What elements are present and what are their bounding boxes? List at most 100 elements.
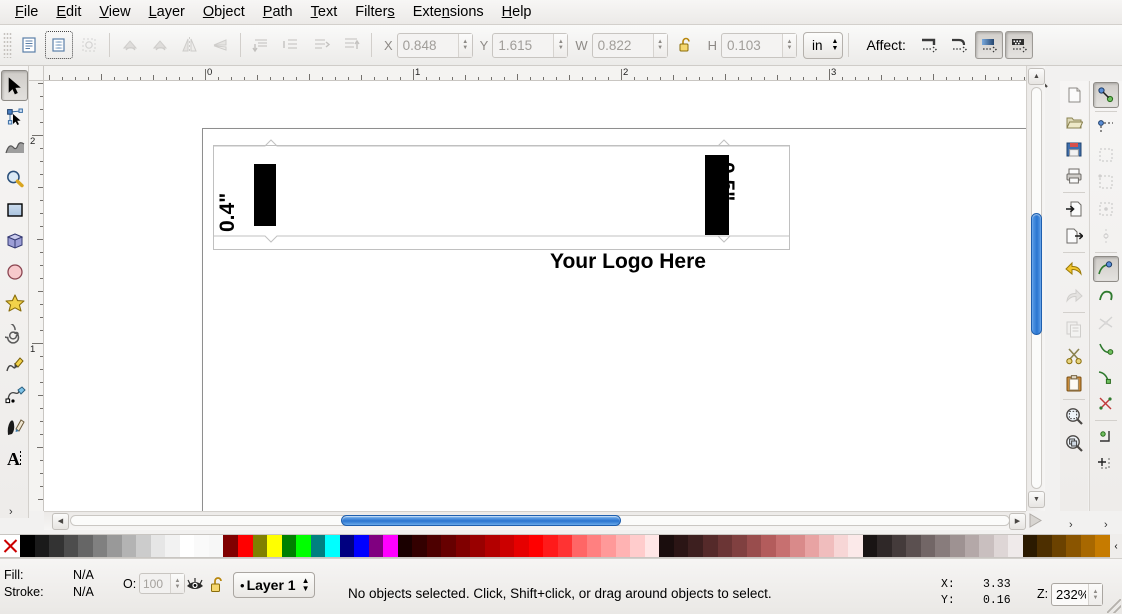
ellipse-tool[interactable] (1, 256, 28, 287)
palette-swatch[interactable] (761, 535, 776, 557)
opacity-spin-arrows[interactable]: ▲▼ (170, 574, 184, 593)
w-spin-arrows[interactable]: ▲▼ (653, 34, 667, 57)
text-tool[interactable]: A (1, 442, 28, 473)
vscroll-thumb[interactable] (1031, 213, 1042, 335)
commandbar-overflow-chevron-icon[interactable]: › (1069, 519, 1073, 531)
palette-swatch[interactable] (311, 535, 326, 557)
pencil-tool[interactable] (1, 349, 28, 380)
menu-path[interactable]: Path (254, 2, 302, 22)
menu-file[interactable]: File (6, 2, 47, 22)
palette-swatch[interactable] (325, 535, 340, 557)
palette-swatch[interactable] (267, 535, 282, 557)
h-field[interactable]: ▲▼ (721, 33, 797, 58)
palette-swatch[interactable] (282, 535, 297, 557)
palette-swatch[interactable] (805, 535, 820, 557)
palette-swatch[interactable] (1037, 535, 1052, 557)
palette-swatch[interactable] (35, 535, 50, 557)
paste-icon[interactable] (1061, 370, 1087, 396)
palette-swatch[interactable] (906, 535, 921, 557)
zoom-tool[interactable] (1, 163, 28, 194)
deselect-icon[interactable] (75, 31, 103, 59)
palette-swatch[interactable] (616, 535, 631, 557)
palette-swatch[interactable] (238, 535, 253, 557)
palette-swatch[interactable] (296, 535, 311, 557)
menu-help[interactable]: Help (493, 2, 541, 22)
palette-swatch[interactable] (107, 535, 122, 557)
print-document-icon[interactable] (1061, 163, 1087, 189)
snap-path-icon[interactable] (1093, 283, 1119, 309)
export-icon[interactable] (1061, 223, 1087, 249)
palette-swatch[interactable] (688, 535, 703, 557)
palette-swatch[interactable] (209, 535, 224, 557)
palette-swatch[interactable] (485, 535, 500, 557)
menu-object[interactable]: Object (194, 2, 254, 22)
menu-filters[interactable]: Filters (346, 2, 403, 22)
no-color-x-icon[interactable] (0, 535, 20, 557)
palette-swatch[interactable] (165, 535, 180, 557)
cut-icon[interactable] (1061, 343, 1087, 369)
palette-swatch[interactable] (253, 535, 268, 557)
rotate-90-cw-icon[interactable] (146, 31, 174, 59)
palette-swatch[interactable] (1095, 535, 1110, 557)
zoom-spin-arrows[interactable]: ▲▼ (1088, 584, 1102, 605)
palette-swatch[interactable] (1066, 535, 1081, 557)
select-all-in-all-layers-icon[interactable] (45, 31, 73, 59)
fill-value[interactable]: N/A (73, 568, 94, 582)
zoom-drawing-icon[interactable] (1061, 430, 1087, 456)
star-tool[interactable] (1, 287, 28, 318)
menu-text[interactable]: Text (302, 2, 347, 22)
x-spin-arrows[interactable]: ▲▼ (458, 34, 472, 57)
spiral-tool[interactable] (1, 318, 28, 349)
import-icon[interactable] (1061, 196, 1087, 222)
palette-swatch[interactable] (935, 535, 950, 557)
h-input[interactable] (722, 34, 782, 57)
palette-swatch[interactable] (877, 535, 892, 557)
palette-swatch[interactable] (136, 535, 151, 557)
palette-swatch[interactable] (180, 535, 195, 557)
horizontal-scrollbar[interactable]: ◀ ▶ (44, 511, 1026, 530)
units-selector[interactable]: in ▲▼ (803, 32, 843, 59)
node-editor-tool[interactable] (1, 101, 28, 132)
palette-swatch[interactable] (20, 535, 35, 557)
palette-swatch[interactable] (543, 535, 558, 557)
palette-overflow-chevron-icon[interactable]: ‹ (1110, 534, 1122, 558)
snap-bbox-corner-icon[interactable] (1093, 169, 1119, 195)
zoom-field[interactable]: ▲▼ (1051, 583, 1103, 606)
toolbar-grip[interactable] (3, 32, 12, 58)
w-field[interactable]: ▲▼ (592, 33, 668, 58)
wristband-artwork[interactable]: 0.4" Your Logo Here 0.5" (213, 145, 790, 250)
snap-bbox-edge-icon[interactable] (1093, 142, 1119, 168)
lower-to-bottom-icon[interactable] (247, 31, 275, 59)
toolbox-overflow-chevron-icon[interactable]: › (9, 506, 13, 518)
palette-swatch[interactable] (703, 535, 718, 557)
palette-swatch[interactable] (645, 535, 660, 557)
vertical-scrollbar[interactable]: ▲ ▼ (1026, 66, 1045, 511)
layer-selector[interactable]: • Layer 1 ▲▼ (233, 572, 315, 598)
snap-cusp-node-icon[interactable] (1093, 337, 1119, 363)
palette-swatch[interactable] (892, 535, 907, 557)
palette-swatch[interactable] (747, 535, 762, 557)
palette-swatch[interactable] (819, 535, 834, 557)
palette-swatch[interactable] (427, 535, 442, 557)
layer-padlock-open-icon[interactable] (209, 575, 227, 595)
vertical-ruler[interactable]: 21 (29, 81, 44, 511)
flip-horizontal-icon[interactable] (176, 31, 204, 59)
palette-swatch[interactable] (412, 535, 427, 557)
selector-tool[interactable] (1, 70, 28, 101)
palette-swatch[interactable] (994, 535, 1009, 557)
rectangle-tool[interactable] (1, 194, 28, 225)
palette-swatch[interactable] (558, 535, 573, 557)
palette-swatch[interactable] (456, 535, 471, 557)
palette-swatch[interactable] (340, 535, 355, 557)
horizontal-ruler[interactable]: 0123 (44, 66, 1026, 81)
palette-swatch[interactable] (630, 535, 645, 557)
palette-swatch[interactable] (64, 535, 79, 557)
palette-swatch[interactable] (122, 535, 137, 557)
palette-swatch[interactable] (776, 535, 791, 557)
scroll-left-arrow-icon[interactable]: ◀ (52, 513, 69, 530)
w-input[interactable] (593, 34, 653, 57)
select-all-icon[interactable] (15, 31, 43, 59)
opacity-input[interactable] (140, 574, 170, 593)
save-document-icon[interactable] (1061, 136, 1087, 162)
menu-edit[interactable]: Edit (47, 2, 90, 22)
